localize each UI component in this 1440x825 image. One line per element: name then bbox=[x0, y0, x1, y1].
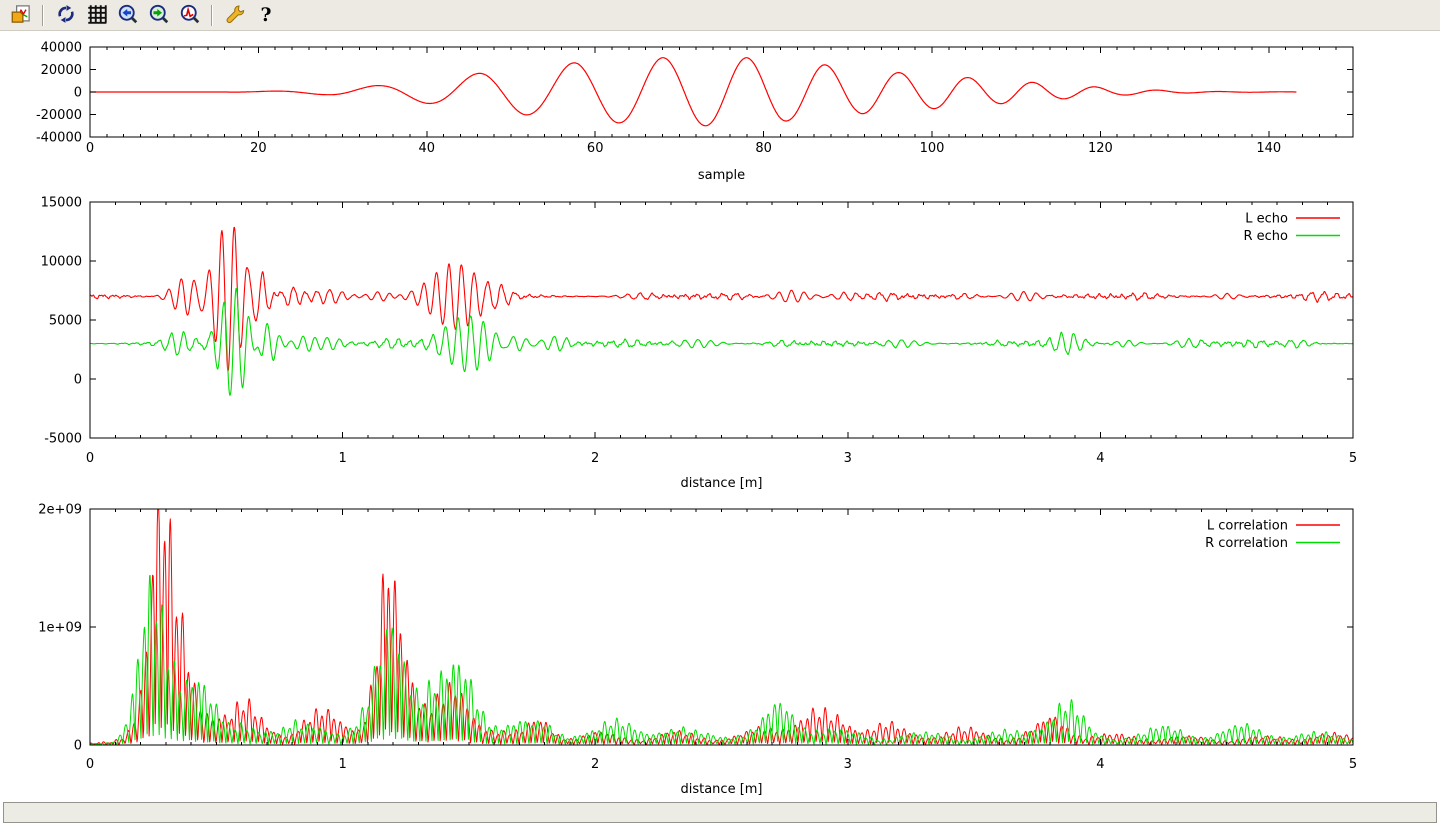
y-tick-label: 0 bbox=[74, 86, 82, 101]
y-tick-label: -5000 bbox=[44, 432, 82, 447]
series-r-correlation bbox=[90, 575, 1353, 745]
x-tick-label: 4 bbox=[1096, 757, 1104, 772]
legend-label: R correlation bbox=[1205, 536, 1288, 551]
y-tick-label: 5000 bbox=[49, 314, 82, 329]
question-mark-icon: ? bbox=[256, 4, 276, 27]
zoom-previous-button[interactable] bbox=[114, 2, 141, 28]
y-tick-label: 1e+09 bbox=[38, 621, 82, 636]
axes bbox=[90, 202, 1353, 438]
y-tick-label: 10000 bbox=[41, 255, 82, 270]
x-tick-label: 20 bbox=[250, 141, 267, 156]
x-tick-label: 0 bbox=[86, 757, 94, 772]
y-tick-label: 40000 bbox=[41, 41, 82, 56]
autoscale-button[interactable] bbox=[176, 2, 203, 28]
x-tick-label: 40 bbox=[419, 141, 436, 156]
x-tick-label: 2 bbox=[591, 757, 599, 772]
x-tick-label: 80 bbox=[755, 141, 772, 156]
magnifier-plot-icon bbox=[180, 4, 200, 27]
svg-text:?: ? bbox=[260, 4, 271, 24]
status-bar-inset bbox=[3, 802, 1437, 823]
x-tick-label: 3 bbox=[844, 757, 852, 772]
plots-svg: 020406080100120140-40000-200000200004000… bbox=[0, 31, 1440, 800]
series-l-correlation bbox=[90, 509, 1353, 745]
status-bar bbox=[0, 800, 1440, 825]
y-tick-label: 2e+09 bbox=[38, 503, 82, 518]
plot-border bbox=[90, 509, 1353, 745]
plot-border bbox=[90, 202, 1353, 438]
legend-label: R echo bbox=[1243, 229, 1288, 244]
x-tick-label: 1 bbox=[338, 451, 346, 466]
x-axis-title: sample bbox=[698, 168, 745, 183]
wrench-icon bbox=[225, 4, 245, 27]
configure-button[interactable] bbox=[221, 2, 248, 28]
x-tick-label: 0 bbox=[86, 451, 94, 466]
magnifier-right-arrow-icon bbox=[149, 4, 169, 27]
x-tick-label: 1 bbox=[338, 757, 346, 772]
x-tick-label: 2 bbox=[591, 451, 599, 466]
toolbar: ? bbox=[0, 0, 1440, 31]
replot-button[interactable] bbox=[52, 2, 79, 28]
clipboard-plot-icon bbox=[11, 4, 31, 27]
x-tick-label: 100 bbox=[920, 141, 945, 156]
refresh-icon bbox=[56, 4, 76, 27]
echo-chart: 0 1 2 3 4 5 -5000 0 5000 10000 15000 distance [m] L … bbox=[41, 196, 1358, 492]
x-axis-title: distance [m] bbox=[680, 782, 762, 797]
magnifier-left-arrow-icon bbox=[118, 4, 138, 27]
pulse-chart: 0 20 40 60 80 100 120 140 -40000 -20000 0 20000 4000… bbox=[36, 41, 1353, 184]
x-tick-label: 60 bbox=[587, 141, 604, 156]
x-tick-label: 3 bbox=[844, 451, 852, 466]
grid-icon bbox=[87, 4, 107, 27]
plot-border bbox=[90, 47, 1353, 137]
gnuplot-window: ? 020406080100120140-40000-2000002000040… bbox=[0, 0, 1440, 825]
plot-canvas[interactable]: 020406080100120140-40000-200000200004000… bbox=[0, 31, 1440, 800]
x-tick-label: 5 bbox=[1349, 451, 1357, 466]
x-axis-title: distance [m] bbox=[680, 476, 762, 491]
x-tick-label: 140 bbox=[1256, 141, 1281, 156]
legend-label: L correlation bbox=[1207, 519, 1288, 534]
zoom-next-button[interactable] bbox=[145, 2, 172, 28]
x-tick-label: 5 bbox=[1349, 757, 1357, 772]
series-r-echo bbox=[90, 289, 1353, 396]
axes bbox=[90, 509, 1353, 745]
correlation-chart: 0 1 2 3 4 5 0 1e+09 2e+09 distance [m] L correlati… bbox=[38, 503, 1357, 798]
y-tick-label: 20000 bbox=[41, 63, 82, 78]
y-tick-label: -40000 bbox=[36, 131, 82, 146]
toolbar-separator bbox=[42, 5, 44, 26]
series-l-echo bbox=[90, 227, 1353, 371]
legend-label: L echo bbox=[1245, 212, 1288, 227]
x-tick-label: 120 bbox=[1088, 141, 1113, 156]
toggle-grid-button[interactable] bbox=[83, 2, 110, 28]
axes bbox=[90, 47, 1353, 137]
x-tick-label: 0 bbox=[86, 141, 94, 156]
help-button[interactable]: ? bbox=[252, 2, 279, 28]
x-tick-label: 4 bbox=[1096, 451, 1104, 466]
series-pulse bbox=[90, 58, 1296, 126]
y-tick-label: 0 bbox=[74, 739, 82, 754]
y-tick-label: 15000 bbox=[41, 196, 82, 211]
toolbar-separator bbox=[211, 5, 213, 26]
y-tick-label: -20000 bbox=[36, 108, 82, 123]
copy-plot-button[interactable] bbox=[7, 2, 34, 28]
y-tick-label: 0 bbox=[74, 373, 82, 388]
